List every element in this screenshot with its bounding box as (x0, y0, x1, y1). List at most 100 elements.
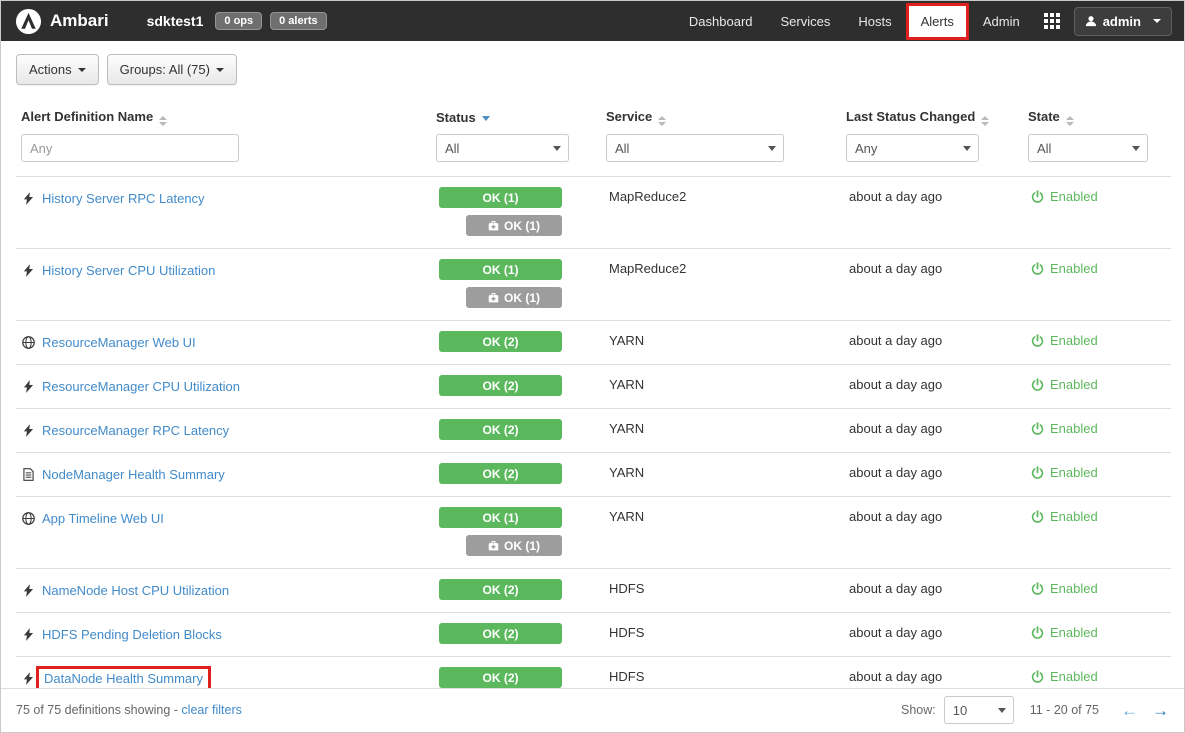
last-changed-cell: about a day ago (841, 568, 1023, 613)
alert-definition-link[interactable]: History Server CPU Utilization (42, 263, 215, 278)
power-icon (1031, 626, 1044, 639)
col-header-label: Status (436, 110, 476, 125)
col-header-status[interactable]: Status (431, 97, 601, 130)
next-page-arrow[interactable]: → (1152, 702, 1169, 719)
user-icon (1085, 15, 1097, 27)
bolt-icon (21, 672, 35, 685)
ok-status-badge[interactable]: OK (2) (439, 375, 562, 396)
name-filter-input[interactable] (21, 134, 239, 162)
state-cell: Enabled (1023, 452, 1171, 497)
sort-icon (658, 116, 667, 126)
ok-status-badge[interactable]: OK (1) (439, 507, 562, 528)
bolt-icon (21, 584, 35, 597)
groups-button-label: Groups: All (75) (119, 62, 210, 77)
alert-definition-link[interactable]: History Server RPC Latency (42, 191, 205, 206)
ops-count-badge[interactable]: 0 ops (215, 12, 263, 30)
alert-name-cell: ResourceManager RPC Latency (16, 408, 431, 453)
table-filter-row: All All Any All (16, 130, 1171, 177)
clear-filters-link[interactable]: clear filters (181, 703, 241, 717)
brand[interactable]: Ambari (50, 11, 109, 31)
groups-filter-button[interactable]: Groups: All (75) (106, 54, 237, 85)
state-label: Enabled (1050, 509, 1098, 524)
ambari-logo-icon[interactable] (15, 8, 42, 35)
alert-name-cell: NameNode Host CPU Utilization (16, 568, 431, 613)
ambari-alerts-page: Ambari sdktest1 0 ops 0 alerts Dashboard… (0, 0, 1185, 733)
alert-definition-link[interactable]: App Timeline Web UI (42, 511, 164, 526)
service-filter-select[interactable]: All (606, 134, 784, 162)
sort-icon (159, 116, 168, 126)
service-cell: MapReduce2 (601, 248, 841, 321)
last-changed-cell: about a day ago (841, 320, 1023, 365)
user-menu-button[interactable]: admin (1073, 6, 1172, 36)
power-icon (1031, 262, 1044, 275)
status-cell: OK (2) (431, 612, 601, 657)
table-row: ResourceManager CPU Utilization OK (2) Y… (16, 364, 1171, 409)
ok-status-badge[interactable]: OK (2) (439, 463, 562, 484)
state-cell: Enabled (1023, 248, 1171, 321)
state-label: Enabled (1050, 625, 1098, 640)
status-filter-select[interactable]: All (436, 134, 569, 162)
alerts-count-badge[interactable]: 0 alerts (270, 12, 327, 30)
alert-definition-link[interactable]: ResourceManager CPU Utilization (42, 379, 240, 394)
state-cell: Enabled (1023, 612, 1171, 657)
alerts-table-body: History Server RPC Latency OK (1) OK (1) … (16, 176, 1171, 701)
alert-definition-link[interactable]: ResourceManager RPC Latency (42, 423, 229, 438)
nav-services[interactable]: Services (767, 2, 845, 41)
views-grid-icon[interactable] (1043, 13, 1060, 29)
last-changed-cell: about a day ago (841, 496, 1023, 569)
power-icon (1031, 670, 1044, 683)
nav-dashboard[interactable]: Dashboard (675, 2, 767, 41)
bolt-icon (21, 628, 35, 641)
document-icon (21, 468, 35, 481)
page-size-select[interactable]: 10 (943, 696, 1014, 724)
sort-desc-icon (481, 116, 490, 121)
col-header-alert-definition-name[interactable]: Alert Definition Name (16, 97, 431, 130)
last-changed-cell: about a day ago (841, 612, 1023, 657)
actions-button[interactable]: Actions (16, 54, 99, 85)
show-label: Show: (900, 703, 936, 717)
last-changed-filter-select[interactable]: Any (846, 134, 979, 162)
maintenance-ok-badge[interactable]: OK (1) (466, 287, 562, 308)
maintenance-ok-badge[interactable]: OK (1) (466, 535, 562, 556)
col-header-state[interactable]: State (1023, 97, 1171, 130)
alert-name-cell: NodeManager Health Summary (16, 452, 431, 497)
actions-button-label: Actions (29, 62, 72, 77)
ok-status-badge[interactable]: OK (1) (439, 187, 562, 208)
sort-icon (981, 116, 990, 126)
globe-icon (21, 336, 35, 349)
ok-status-badge[interactable]: OK (2) (439, 331, 562, 352)
service-cell: MapReduce2 (601, 176, 841, 249)
ok-status-badge[interactable]: OK (2) (439, 623, 562, 644)
alert-definition-link[interactable]: NodeManager Health Summary (42, 467, 225, 482)
state-label: Enabled (1050, 189, 1098, 204)
status-cell: OK (2) (431, 364, 601, 409)
alert-name-cell: HDFS Pending Deletion Blocks (16, 612, 431, 657)
table-row: ResourceManager Web UI OK (2) YARN about… (16, 320, 1171, 365)
cluster-name: sdktest1 (146, 13, 204, 29)
nav-hosts[interactable]: Hosts (844, 2, 905, 41)
ok-status-badge[interactable]: OK (2) (439, 419, 562, 440)
ok-status-badge[interactable]: OK (2) (439, 579, 562, 600)
ok-status-badge[interactable]: OK (1) (439, 259, 562, 280)
col-header-last-status-changed[interactable]: Last Status Changed (841, 97, 1023, 130)
ok-status-badge[interactable]: OK (2) (439, 667, 562, 688)
state-label: Enabled (1050, 377, 1098, 392)
nav-alerts[interactable]: Alerts (905, 2, 969, 40)
alert-name-cell: ResourceManager CPU Utilization (16, 364, 431, 409)
page-range-text: 11 - 20 of 75 (1029, 703, 1099, 717)
state-filter-select[interactable]: All (1028, 134, 1148, 162)
power-icon (1031, 334, 1044, 347)
medkit-icon (488, 220, 499, 231)
alert-definition-link[interactable]: ResourceManager Web UI (42, 335, 196, 350)
power-icon (1031, 190, 1044, 203)
definitions-showing-text: 75 of 75 definitions showing (16, 703, 171, 717)
col-header-service[interactable]: Service (601, 97, 841, 130)
nav-admin[interactable]: Admin (969, 2, 1034, 41)
previous-page-arrow[interactable]: ← (1121, 702, 1138, 719)
alert-definition-link[interactable]: NameNode Host CPU Utilization (42, 583, 229, 598)
globe-icon (21, 512, 35, 525)
maintenance-ok-badge[interactable]: OK (1) (466, 215, 562, 236)
pagination-controls: Show: 10 11 - 20 of 75 ← → (901, 696, 1169, 724)
navbar-left: Ambari sdktest1 0 ops 0 alerts (15, 8, 327, 35)
alert-definition-link[interactable]: HDFS Pending Deletion Blocks (42, 627, 222, 642)
